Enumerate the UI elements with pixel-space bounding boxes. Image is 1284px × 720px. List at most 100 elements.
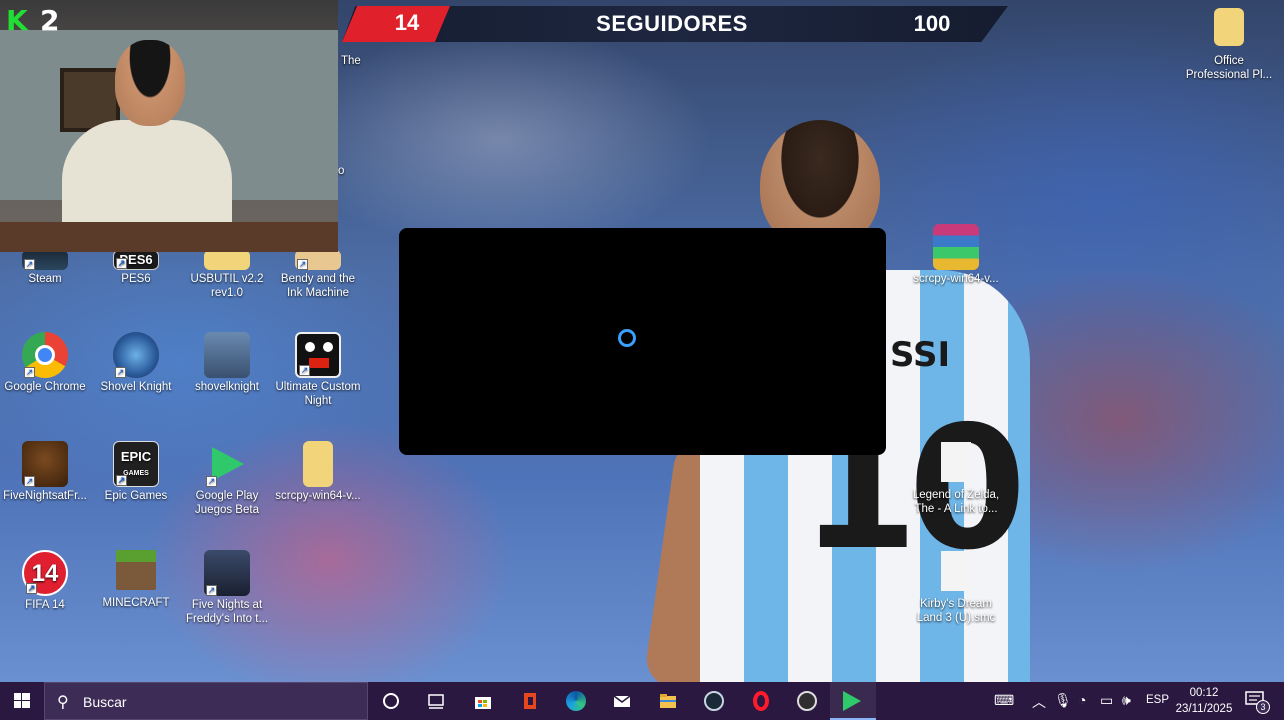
shovel-knight-icon: ↗ <box>113 332 159 378</box>
file-icon <box>941 442 971 482</box>
input-language[interactable]: ESP <box>1146 694 1169 706</box>
jersey-name: SSI <box>890 335 951 375</box>
icon-label: Office Professional Pl... <box>1185 55 1273 81</box>
ucn-icon: ↗ <box>295 332 341 378</box>
pes6-icon: PES6 ↗ <box>113 250 159 270</box>
volume-icon[interactable]: 🕪︎ <box>1122 692 1131 709</box>
clock[interactable]: 00:12 23/11/2025 <box>1170 685 1238 717</box>
chrome-icon: ↗ <box>22 332 68 378</box>
notification-center-button[interactable]: 3 <box>1244 690 1270 714</box>
file-explorer-icon <box>660 694 676 708</box>
loading-spinner-icon <box>618 329 636 347</box>
desktop-icon-office-folder[interactable]: Office Professional Pl... <box>1184 8 1274 82</box>
icon-label: Steam <box>28 273 62 285</box>
desktop-icon-kirby-rom[interactable]: Kirby's Dream Land 3 (U).smc <box>911 551 1001 625</box>
store-button[interactable] <box>460 682 506 720</box>
google-play-games-taskbar-button[interactable] <box>830 682 876 720</box>
steam-icon <box>704 691 724 711</box>
icon-label: Epic Games <box>104 490 168 502</box>
desktop-icon-zelda-rom[interactable]: Legend of Zelda, The - A Link to... <box>911 442 1001 516</box>
icon-label: Kirby's Dream Land 3 (U).smc <box>916 598 996 624</box>
fifa-icon: 14 ↗ <box>22 550 68 596</box>
steam-taskbar-button[interactable] <box>691 682 737 720</box>
desktop-icon-bendy[interactable]: ↗ Bendy and the Ink Machine <box>273 250 363 300</box>
icon-label: Legend of Zelda, The - A Link to... <box>912 489 1000 515</box>
desktop-icon-google-play-games[interactable]: ↗ Google Play Juegos Beta <box>182 441 272 517</box>
icon-label: Bendy and the Ink Machine <box>280 273 356 299</box>
task-view-button[interactable] <box>413 682 459 720</box>
followers-title: SEGUIDORES <box>596 11 748 36</box>
search-box[interactable]: ⚲ Buscar <box>44 682 368 720</box>
desktop-icon-usbutil[interactable]: USBUTIL v2.2 rev1.0 <box>182 250 272 300</box>
keyboard-icon[interactable]: ⌨ <box>994 692 1014 709</box>
desktop-icon-fnaf-into-the-pit[interactable]: ↗ Five Nights at Freddy's Into t... <box>182 550 272 626</box>
desktop-icon-shovelknight-folder[interactable]: shovelknight <box>182 332 272 394</box>
followers-goal: 100 <box>913 11 951 36</box>
desktop-icon-pes6[interactable]: PES6 ↗ PES6 <box>91 250 181 286</box>
battery-icon[interactable]: ▭ <box>1100 692 1113 709</box>
clock-time: 00:12 <box>1189 687 1219 699</box>
viewer-count: 2 <box>40 4 60 37</box>
clock-date: 23/11/2025 <box>1175 703 1233 715</box>
icon-label: shovelknight <box>195 381 259 393</box>
mail-button[interactable] <box>599 682 645 720</box>
office-icon <box>524 693 536 709</box>
icon-label: scrcpy-win64-v... <box>913 273 999 285</box>
desktop-icon-chrome[interactable]: ↗ Google Chrome <box>0 332 90 394</box>
cortana-button[interactable] <box>368 682 414 720</box>
freddy-icon: ↗ <box>22 441 68 487</box>
webcam-overlay: K 2 <box>0 0 338 252</box>
followers-banner: 14 SEGUIDORES 100 <box>342 6 1008 42</box>
icon-label: Google Play Juegos Beta <box>195 490 259 516</box>
loading-window <box>399 228 886 455</box>
folder-icon <box>204 250 250 270</box>
fnaf-icon: ↗ <box>204 550 250 596</box>
kick-logo-icon: K <box>6 4 28 37</box>
icon-label: PES6 <box>121 273 151 285</box>
bendy-icon: ↗ <box>295 250 341 270</box>
google-play-games-icon: ↗ <box>204 441 250 487</box>
opera-button[interactable] <box>738 682 784 720</box>
desktop-icon-scrcpy-archive[interactable]: scrcpy-win64-v... <box>911 224 1001 286</box>
start-button[interactable] <box>0 682 44 720</box>
webcam-person-head <box>115 40 185 126</box>
chevron-up-icon[interactable]: ︿ <box>1032 692 1046 712</box>
webcam-table <box>0 222 338 252</box>
edge-icon <box>566 691 586 711</box>
icon-label: USBUTIL v2.2 rev1.0 <box>190 273 264 299</box>
desktop-icon-fnaf[interactable]: ↗ FiveNightsatFr... <box>0 441 90 503</box>
minecraft-icon <box>116 550 156 590</box>
store-icon <box>475 697 491 709</box>
icon-label: FIFA 14 <box>25 599 65 611</box>
microphone-icon[interactable]: 🎙︎ <box>1054 692 1072 709</box>
partial-icon-label: The <box>341 55 361 67</box>
followers-current: 14 <box>394 10 420 35</box>
desktop-icon-fifa14[interactable]: 14 ↗ FIFA 14 <box>0 550 90 612</box>
taskbar: ⚲ Buscar ⌨ ︿ 🎙︎ ◔ ▭ 🕪︎ ESP 00:12 23/11/2… <box>0 682 1284 720</box>
file-explorer-button[interactable] <box>645 682 691 720</box>
file-icon <box>941 551 971 591</box>
office-button[interactable] <box>507 682 553 720</box>
desktop-icon-scrcpy-folder[interactable]: scrcpy-win64-v... <box>273 441 363 503</box>
partial-icon-label: o <box>338 165 345 177</box>
edge-button[interactable] <box>553 682 599 720</box>
winrar-icon <box>933 224 979 270</box>
folder-icon <box>1214 8 1244 46</box>
obs-button[interactable] <box>784 682 830 720</box>
windows-icon <box>14 693 30 708</box>
epic-games-icon: EPIC GAMES ↗ <box>113 441 159 487</box>
icon-label: Google Chrome <box>4 381 86 393</box>
wifi-icon[interactable]: ◔ <box>1078 692 1086 708</box>
icon-label: FiveNightsatFr... <box>3 490 87 502</box>
shovel-knight-folder-icon <box>204 332 250 378</box>
task-view-icon <box>428 694 444 709</box>
google-play-games-icon <box>843 691 861 711</box>
search-placeholder: Buscar <box>83 694 127 710</box>
desktop-icon-shovel-knight[interactable]: ↗ Shovel Knight <box>91 332 181 394</box>
icon-label: Shovel Knight <box>100 381 172 393</box>
desktop-icon-epic-games[interactable]: EPIC GAMES ↗ Epic Games <box>91 441 181 503</box>
desktop-icon-steam[interactable]: ↗ Steam <box>0 250 90 286</box>
desktop-icon-ucn[interactable]: ↗ Ultimate Custom Night <box>273 332 363 408</box>
opera-icon <box>753 691 769 711</box>
desktop-icon-minecraft[interactable]: MINECRAFT <box>91 550 181 610</box>
